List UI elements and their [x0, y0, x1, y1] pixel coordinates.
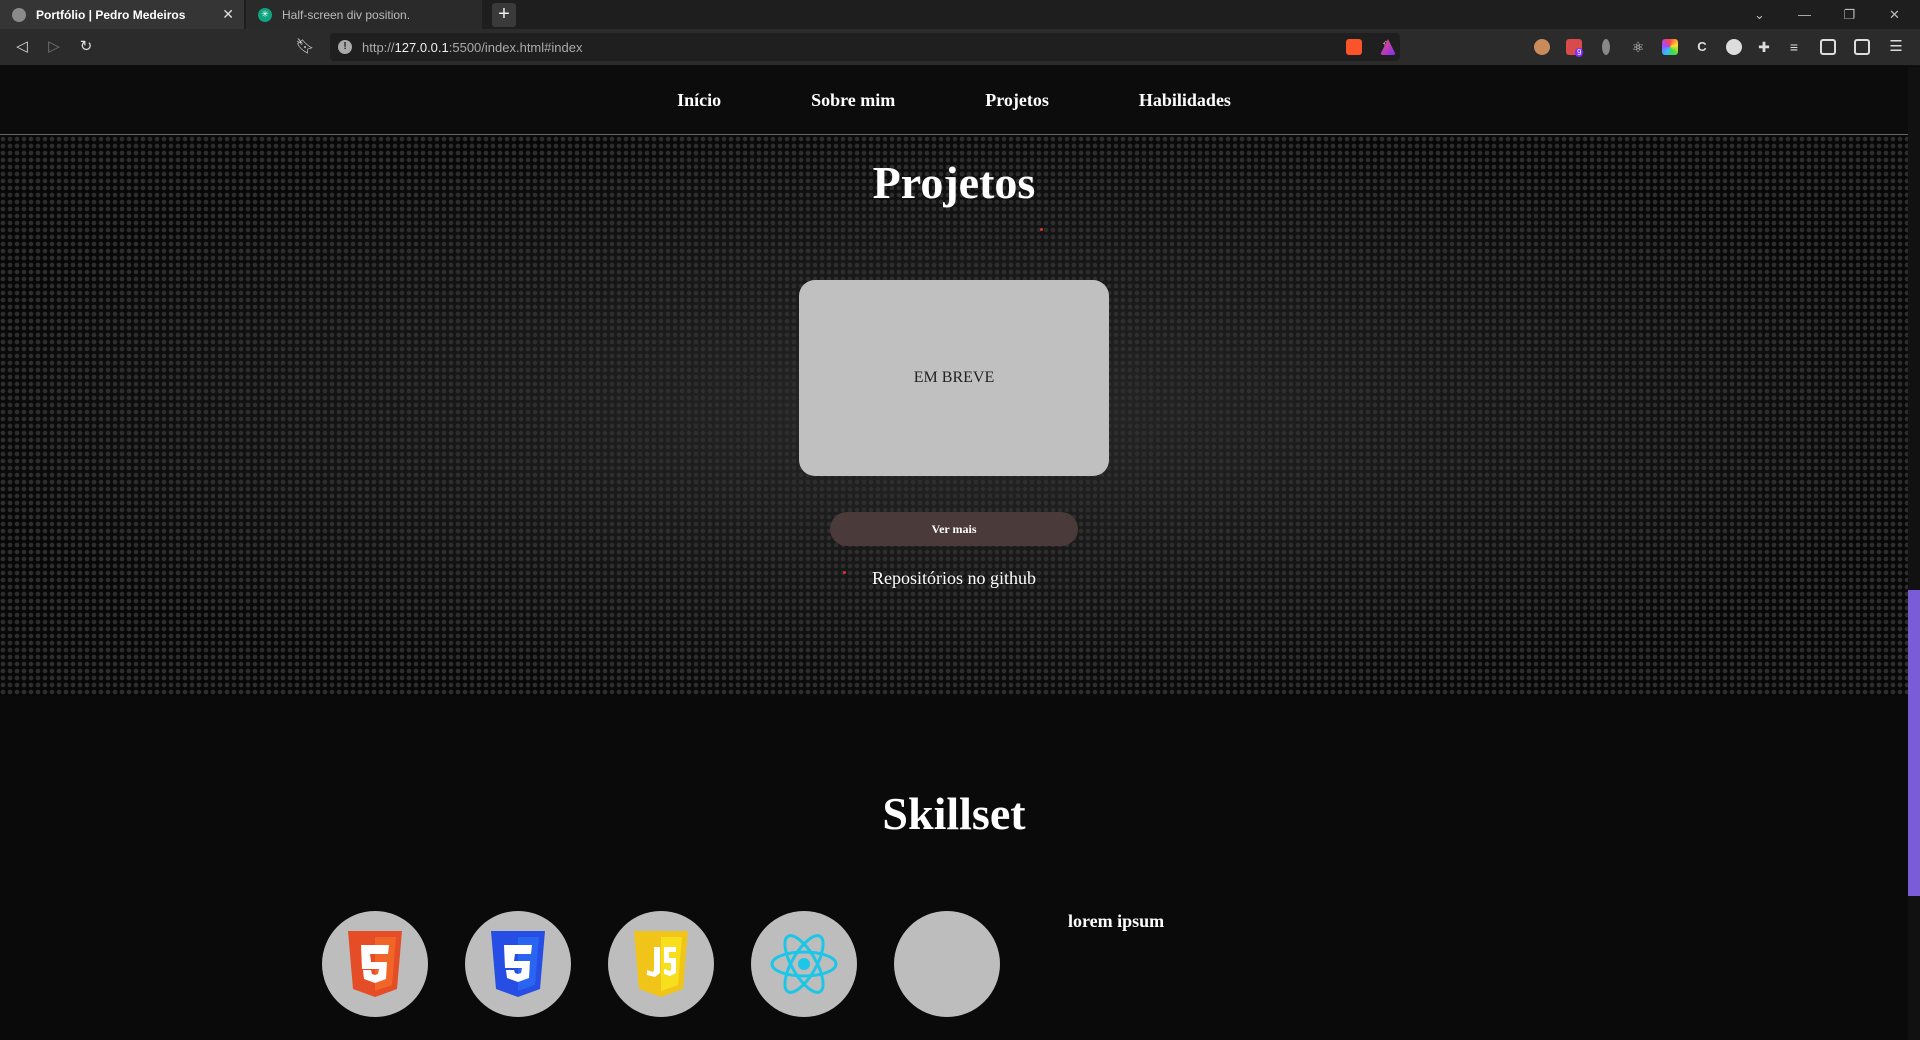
- react-devtools-icon[interactable]: ⚛: [1630, 39, 1646, 55]
- scrollbar-thumb[interactable]: [1908, 590, 1920, 896]
- address-bar[interactable]: ! http://127.0.0.1:5500/index.html#index…: [330, 33, 1400, 61]
- site-nav: Início Sobre mim Projetos Habilidades: [0, 67, 1908, 135]
- particle-dot: [1040, 228, 1043, 231]
- color-picker-icon[interactable]: [1662, 39, 1678, 55]
- reload-icon[interactable]: ↻: [76, 37, 96, 57]
- forward-icon[interactable]: ▷: [44, 37, 64, 57]
- extension-badge-icon[interactable]: 9: [1566, 39, 1584, 57]
- page-content: Início Sobre mim Projetos Habilidades Pr…: [0, 67, 1908, 1040]
- playlist-icon[interactable]: ≡: [1786, 39, 1802, 55]
- back-icon[interactable]: ◁: [12, 37, 32, 57]
- nav-sobre-mim[interactable]: Sobre mim: [811, 90, 895, 111]
- new-tab-button[interactable]: +: [492, 3, 516, 27]
- extension-ag-icon[interactable]: [1726, 39, 1742, 55]
- close-tab-icon[interactable]: ✕: [222, 6, 234, 23]
- html5-icon[interactable]: [322, 911, 428, 1017]
- tab-label: Half-screen div position.: [282, 7, 411, 22]
- extension-cookie-icon[interactable]: [1534, 39, 1550, 55]
- extension-badge-count: 9: [1575, 48, 1584, 57]
- tab-label: Portfólio | Pedro Medeiros: [36, 7, 186, 22]
- empty-skill-icon[interactable]: [894, 911, 1000, 1017]
- skillset-title: Skillset: [882, 788, 1026, 839]
- css3-icon[interactable]: [465, 911, 571, 1017]
- javascript-icon[interactable]: [608, 911, 714, 1017]
- ver-mais-button[interactable]: Ver mais: [830, 512, 1078, 546]
- url-path: :5500/index.html#index: [448, 39, 583, 55]
- nav-habilidades[interactable]: Habilidades: [1139, 90, 1231, 111]
- url-prefix: http://: [362, 39, 395, 55]
- chatgpt-icon: ✳: [258, 7, 272, 22]
- brave-shields-icon[interactable]: [1346, 39, 1362, 55]
- extension-c-icon[interactable]: C: [1694, 39, 1710, 55]
- skills-list: [322, 911, 1000, 1017]
- url-host: 127.0.0.1: [394, 39, 449, 55]
- puzzle-icon[interactable]: ✚: [1756, 39, 1772, 55]
- nav-inicio[interactable]: Início: [677, 90, 721, 111]
- sidebar-icon[interactable]: [1820, 39, 1836, 55]
- restore-button[interactable]: ❐: [1827, 0, 1872, 29]
- tab-portfolio[interactable]: Portfólio | Pedro Medeiros ✕: [0, 0, 244, 29]
- nav-projetos[interactable]: Projetos: [985, 90, 1049, 111]
- react-icon[interactable]: [751, 911, 857, 1017]
- tab-strip: Portfólio | Pedro Medeiros ✕ ✳ Half-scre…: [0, 0, 1920, 29]
- projects-section: Projetos EM BREVE Ver mais Repositórios …: [0, 136, 1908, 696]
- project-card-text: EM BREVE: [913, 369, 995, 386]
- close-window-button[interactable]: ✕: [1872, 0, 1917, 29]
- globe-icon: [12, 7, 26, 22]
- projects-title: Projetos: [872, 157, 1036, 208]
- bookmark-icon[interactable]: 🔖︎: [295, 37, 315, 57]
- minimize-button[interactable]: —: [1782, 0, 1827, 29]
- project-card[interactable]: EM BREVE: [799, 280, 1109, 476]
- skill-description: lorem ipsum: [1068, 911, 1165, 931]
- browser-toolbar: ◁ ▷ ↻ 🔖︎ ! http://127.0.0.1:5500/index.h…: [0, 29, 1920, 66]
- menu-icon[interactable]: ☰: [1888, 39, 1904, 55]
- wallet-icon[interactable]: [1854, 39, 1870, 55]
- site-info-icon[interactable]: !: [338, 40, 352, 54]
- extension-dot-icon[interactable]: [1602, 39, 1610, 55]
- github-repos-link[interactable]: Repositórios no github: [0, 568, 1908, 589]
- tab-search-icon[interactable]: ⌄: [1737, 0, 1782, 29]
- tab-chatgpt[interactable]: ✳ Half-screen div position.: [246, 0, 482, 29]
